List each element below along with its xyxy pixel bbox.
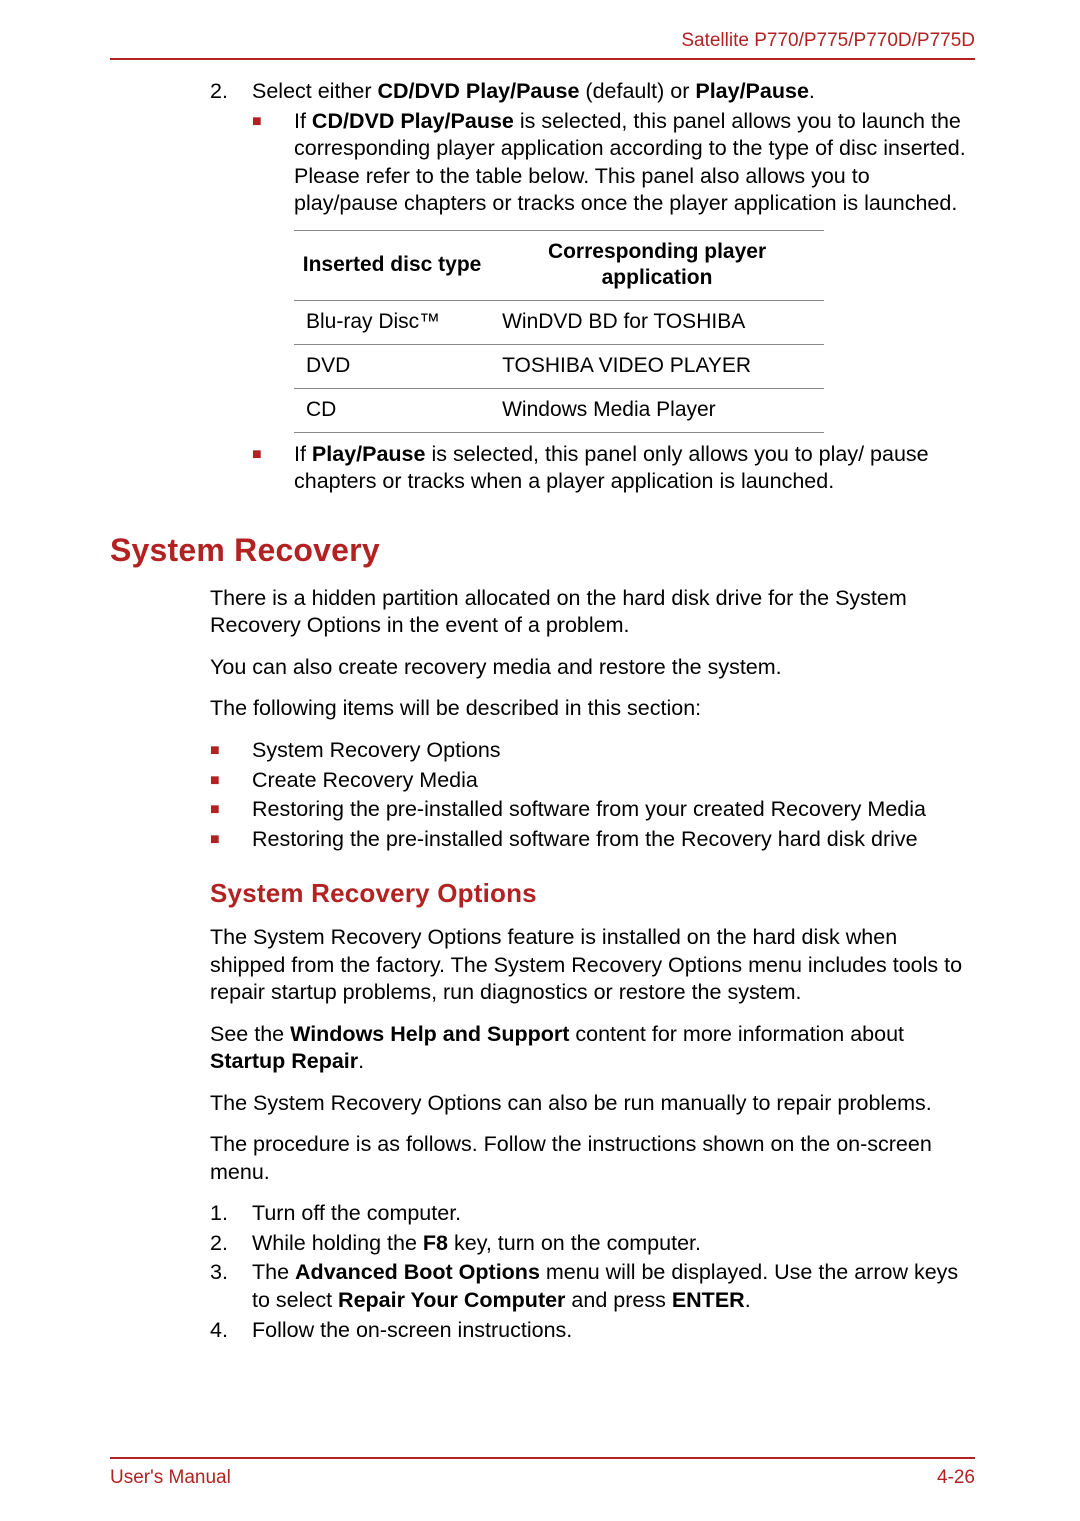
list-item: ■ Restoring the pre-installed software f…: [210, 796, 975, 824]
table: Inserted disc type Corresponding player …: [294, 230, 824, 433]
text: The: [252, 1260, 295, 1284]
footer: User's Manual 4-26: [110, 1457, 975, 1489]
text: content for more information about: [569, 1022, 904, 1046]
list-item: ■ Create Recovery Media: [210, 767, 975, 795]
bold-text: Startup Repair: [210, 1049, 358, 1073]
step-number: 1.: [210, 1200, 252, 1228]
bullet-body: If CD/DVD Play/Pause is selected, this p…: [294, 108, 975, 218]
step-text: Turn off the computer.: [252, 1200, 975, 1228]
cell: WinDVD BD for TOSHIBA: [490, 301, 824, 345]
bold-text: Windows Help and Support: [290, 1022, 569, 1046]
page: Satellite P770/P775/P770D/P775D 2. Selec…: [0, 0, 1080, 1521]
step-text: While holding the F8 key, turn on the co…: [252, 1230, 975, 1258]
table-row: CD Windows Media Player: [294, 389, 824, 433]
text: See the: [210, 1022, 290, 1046]
bold-text: Advanced Boot Options: [295, 1260, 540, 1284]
step-body: Select either CD/DVD Play/Pause (default…: [252, 78, 975, 106]
text: If: [294, 109, 312, 133]
paragraph: The procedure is as follows. Follow the …: [210, 1131, 975, 1186]
list-text: Restoring the pre-installed software fro…: [252, 796, 975, 824]
content: 2. Select either CD/DVD Play/Pause (defa…: [110, 78, 975, 1344]
text: key, turn on the computer.: [448, 1231, 701, 1255]
text: .: [745, 1288, 751, 1312]
bold-text: CD/DVD Play/Pause: [312, 109, 514, 133]
paragraph: There is a hidden partition allocated on…: [210, 585, 975, 640]
step-number: 4.: [210, 1317, 252, 1345]
bold-text: ENTER: [672, 1288, 745, 1312]
cell: Windows Media Player: [490, 389, 824, 433]
text: While holding the: [252, 1231, 423, 1255]
cell: TOSHIBA VIDEO PLAYER: [490, 345, 824, 389]
bullet-item: ■ If Play/Pause is selected, this panel …: [252, 441, 975, 496]
paragraph: You can also create recovery media and r…: [210, 654, 975, 682]
footer-left: User's Manual: [110, 1467, 231, 1489]
bullet-icon: ■: [252, 108, 294, 218]
step-2: 2. Select either CD/DVD Play/Pause (defa…: [210, 78, 975, 106]
bullet-icon: ■: [210, 826, 252, 854]
bold-text: Repair Your Computer: [338, 1288, 565, 1312]
bold-text: Play/Pause: [695, 79, 809, 103]
header-model: Satellite P770/P775/P770D/P775D: [110, 30, 975, 60]
list-text: System Recovery Options: [252, 737, 975, 765]
step-number: 3.: [210, 1259, 252, 1314]
table-row: DVD TOSHIBA VIDEO PLAYER: [294, 345, 824, 389]
step-text: Follow the on-screen instructions.: [252, 1317, 975, 1345]
cell: Blu-ray Disc™: [294, 301, 490, 345]
procedure-step: 4. Follow the on-screen instructions.: [210, 1317, 975, 1345]
bullet-icon: ■: [210, 737, 252, 765]
text: (default) or: [579, 79, 695, 103]
cell: CD: [294, 389, 490, 433]
step-number: 2.: [210, 1230, 252, 1258]
paragraph: The following items will be described in…: [210, 695, 975, 723]
list-text: Create Recovery Media: [252, 767, 975, 795]
bold-text: F8: [423, 1231, 448, 1255]
bold-text: CD/DVD Play/Pause: [377, 79, 579, 103]
disc-table: Inserted disc type Corresponding player …: [294, 230, 824, 433]
sub-bullet-list: ■ If Play/Pause is selected, this panel …: [252, 441, 975, 496]
paragraph: See the Windows Help and Support content…: [210, 1021, 975, 1076]
section-list: ■ System Recovery Options ■ Create Recov…: [210, 737, 975, 853]
step-number: 2.: [210, 78, 252, 106]
paragraph: The System Recovery Options feature is i…: [210, 924, 975, 1007]
footer-page-number: 4-26: [937, 1467, 975, 1489]
procedure-step: 1. Turn off the computer.: [210, 1200, 975, 1228]
procedure-step: 3. The Advanced Boot Options menu will b…: [210, 1259, 975, 1314]
heading-system-recovery: System Recovery: [110, 530, 975, 571]
step-text: The Advanced Boot Options menu will be d…: [252, 1259, 975, 1314]
table-header-disc-type: Inserted disc type: [294, 230, 490, 301]
text: .: [358, 1049, 364, 1073]
text: and press: [565, 1288, 671, 1312]
bullet-item: ■ If CD/DVD Play/Pause is selected, this…: [252, 108, 975, 218]
list-text: Restoring the pre-installed software fro…: [252, 826, 975, 854]
text: .: [809, 79, 815, 103]
bold-text: Play/Pause: [312, 442, 426, 466]
sub-bullet-list: ■ If CD/DVD Play/Pause is selected, this…: [252, 108, 975, 218]
procedure-step: 2. While holding the F8 key, turn on the…: [210, 1230, 975, 1258]
text: If: [294, 442, 312, 466]
paragraph: The System Recovery Options can also be …: [210, 1090, 975, 1118]
heading-system-recovery-options: System Recovery Options: [210, 877, 975, 910]
table-header-player-app: Corresponding player application: [490, 230, 824, 301]
table-row: Blu-ray Disc™ WinDVD BD for TOSHIBA: [294, 301, 824, 345]
bullet-icon: ■: [252, 441, 294, 496]
list-item: ■ Restoring the pre-installed software f…: [210, 826, 975, 854]
list-item: ■ System Recovery Options: [210, 737, 975, 765]
cell: DVD: [294, 345, 490, 389]
bullet-icon: ■: [210, 767, 252, 795]
text: Select either: [252, 79, 377, 103]
bullet-body: If Play/Pause is selected, this panel on…: [294, 441, 975, 496]
bullet-icon: ■: [210, 796, 252, 824]
procedure-list: 1. Turn off the computer. 2. While holdi…: [210, 1200, 975, 1344]
